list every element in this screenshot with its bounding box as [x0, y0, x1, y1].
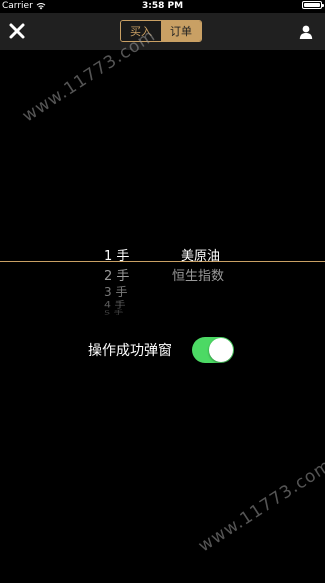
battery-level [304, 3, 320, 7]
picker-selection-line [0, 261, 325, 262]
status-bar: Carrier 3:58 PM [0, 0, 325, 13]
toggle-label: 操作成功弹窗 [88, 343, 172, 359]
product-option[interactable]: 美原油 [181, 245, 220, 264]
watermark: www.11773.com [195, 455, 325, 557]
product-option[interactable]: 恒生指数 [172, 265, 224, 284]
success-popup-toggle[interactable] [192, 337, 234, 363]
status-time: 3:58 PM [141, 1, 184, 11]
toggle-knob[interactable] [209, 338, 233, 362]
quantity-option[interactable]: 1 手 [104, 245, 129, 264]
battery-icon [302, 1, 324, 9]
status-right [302, 1, 324, 9]
success-popup-setting: 操作成功弹窗 [88, 337, 234, 363]
close-icon [9, 23, 25, 39]
user-button[interactable] [299, 24, 313, 39]
quantity-option[interactable]: 2 手 [104, 265, 129, 284]
user-icon [299, 25, 313, 39]
segment-orders[interactable]: 订单 [161, 21, 201, 41]
quantity-option[interactable]: 5 手 [104, 308, 124, 316]
navigation-bar: 买入 订单 [0, 13, 325, 50]
close-button[interactable] [8, 22, 26, 40]
